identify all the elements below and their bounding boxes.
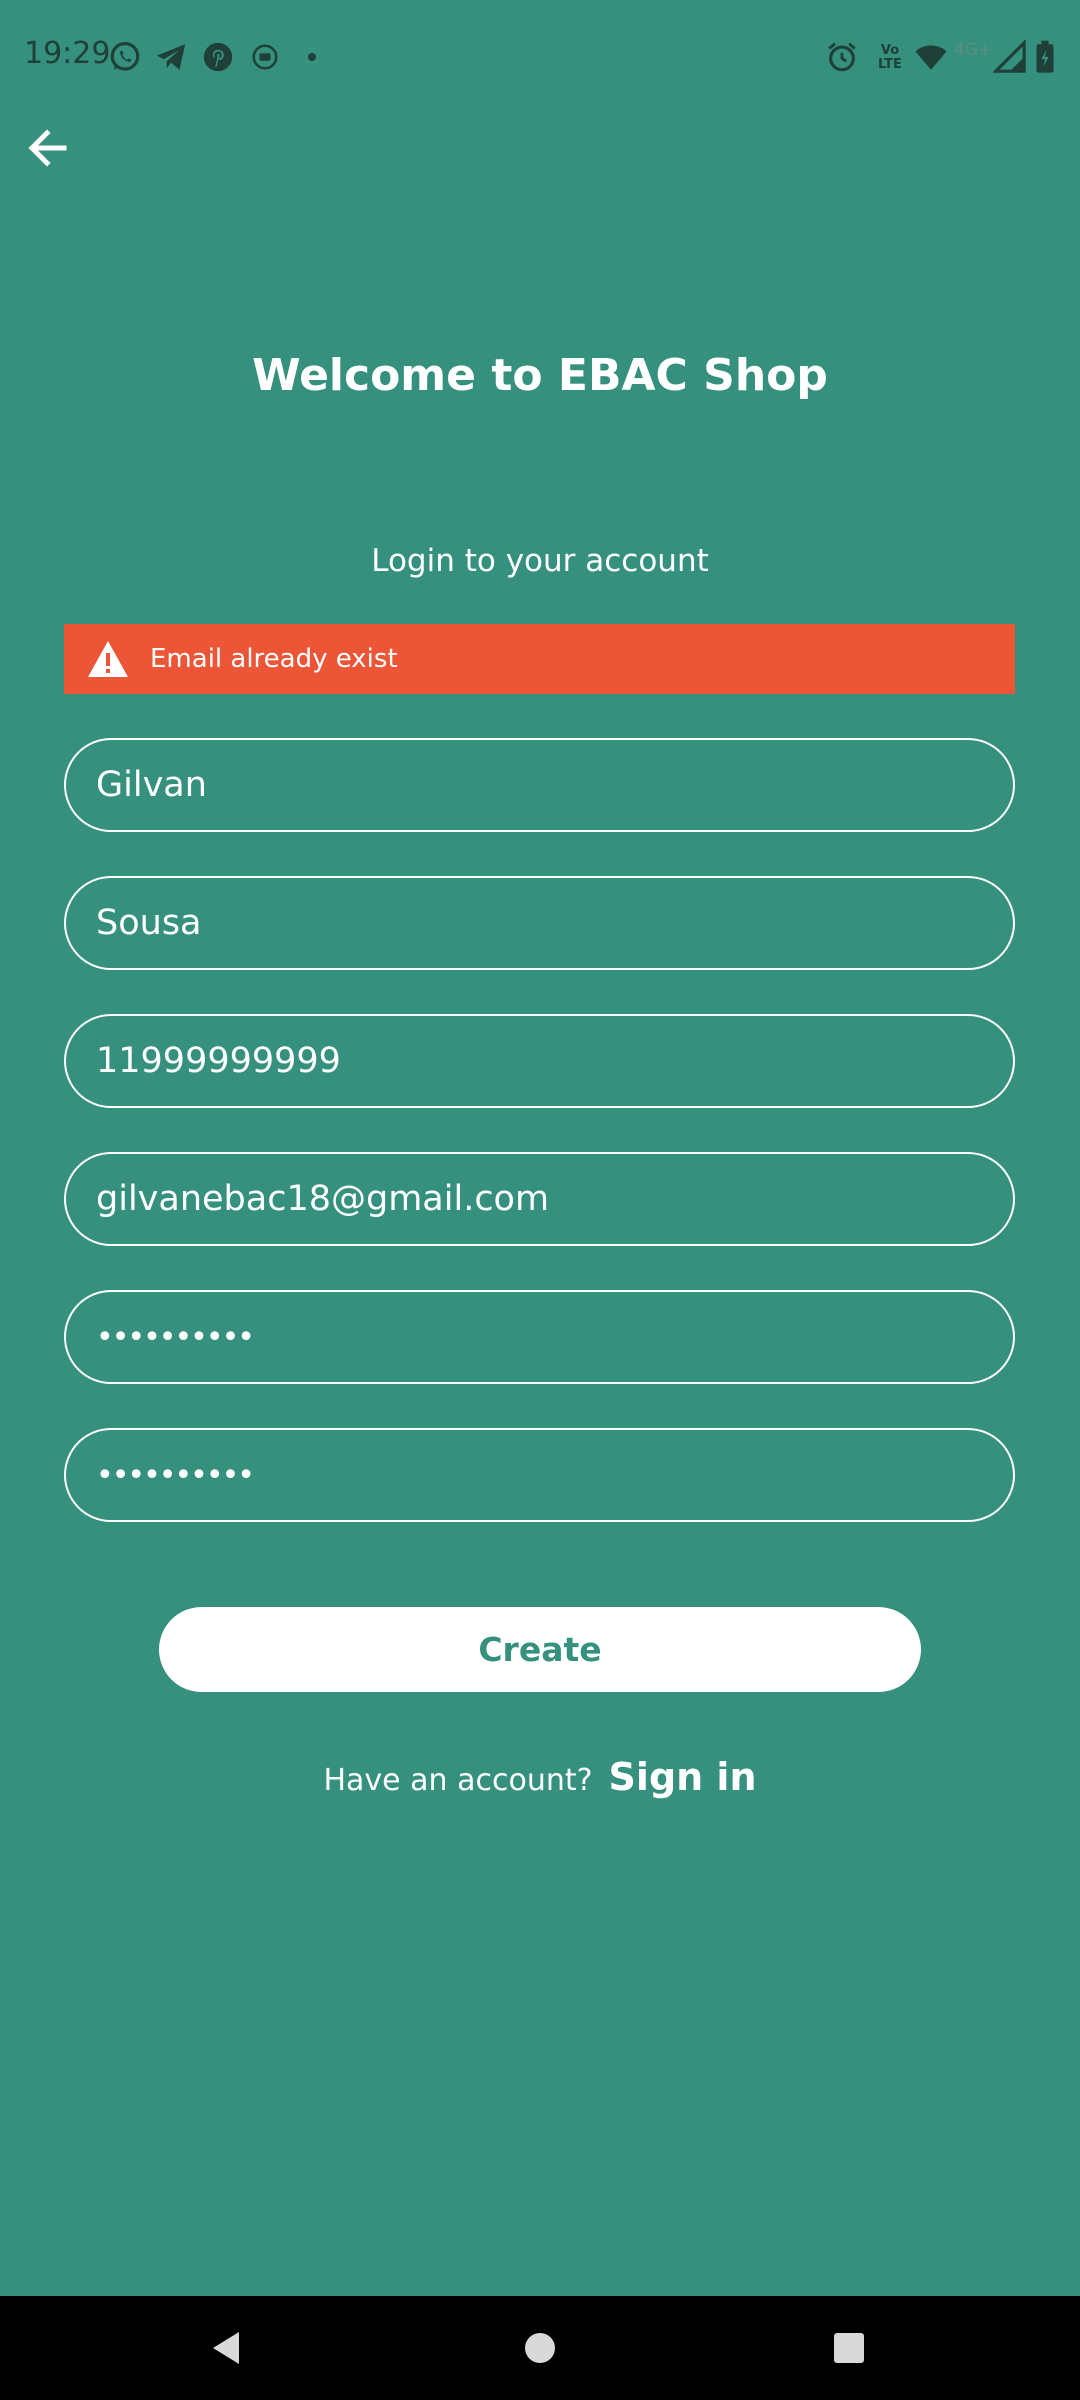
first-name-value: Gilvan bbox=[96, 765, 207, 805]
screen: 19:29 Vo LTE 4G+ Welcome to EBAC Shop Lo… bbox=[0, 0, 1080, 2400]
battery-icon bbox=[1034, 40, 1056, 74]
network-label: 4G+ bbox=[954, 40, 993, 60]
phone-field[interactable]: 11999999999 bbox=[64, 1014, 1015, 1108]
back-button[interactable] bbox=[20, 118, 76, 174]
create-button-label: Create bbox=[478, 1630, 602, 1669]
first-name-field[interactable]: Gilvan bbox=[64, 738, 1015, 832]
have-account-text: Have an account? bbox=[323, 1763, 593, 1798]
password-field[interactable]: •••••••••• bbox=[64, 1290, 1015, 1384]
home-circle-icon[interactable] bbox=[516, 2324, 564, 2372]
volte-label: Vo LTE bbox=[878, 43, 902, 72]
dot-icon bbox=[300, 40, 324, 74]
error-banner: Email already exist bbox=[64, 624, 1015, 694]
phone-value: 11999999999 bbox=[96, 1041, 341, 1081]
error-message: Email already exist bbox=[150, 644, 398, 674]
create-button[interactable]: Create bbox=[159, 1607, 921, 1692]
pinterest-icon bbox=[201, 40, 235, 74]
email-value: gilvanebac18@gmail.com bbox=[96, 1179, 550, 1219]
warning-icon bbox=[86, 639, 130, 679]
back-triangle-icon[interactable] bbox=[205, 2324, 253, 2372]
telegram-icon bbox=[154, 40, 188, 74]
whatsapp-icon bbox=[108, 40, 142, 74]
page-subtitle: Login to your account bbox=[371, 543, 709, 579]
page-title: Welcome to EBAC Shop bbox=[252, 350, 828, 401]
last-name-value: Sousa bbox=[96, 903, 202, 943]
confirm-password-field[interactable]: •••••••••• bbox=[64, 1428, 1015, 1522]
signal-icon bbox=[993, 40, 1027, 74]
status-time: 19:29 bbox=[24, 36, 111, 71]
signin-row: Have an account? Sign in bbox=[0, 1755, 1080, 1799]
email-field[interactable]: gilvanebac18@gmail.com bbox=[64, 1152, 1015, 1246]
sign-in-link[interactable]: Sign in bbox=[609, 1755, 757, 1799]
navigation-bar bbox=[0, 2296, 1080, 2400]
password-value: •••••••••• bbox=[96, 1319, 255, 1355]
last-name-field[interactable]: Sousa bbox=[64, 876, 1015, 970]
confirm-password-value: •••••••••• bbox=[96, 1457, 255, 1493]
recents-square-icon[interactable] bbox=[825, 2324, 873, 2372]
wifi-icon bbox=[912, 40, 950, 74]
alarm-icon bbox=[825, 40, 859, 74]
arrow-left-icon bbox=[20, 118, 76, 174]
cast-icon bbox=[250, 40, 280, 74]
status-bar: 19:29 Vo LTE 4G+ bbox=[0, 0, 1080, 116]
